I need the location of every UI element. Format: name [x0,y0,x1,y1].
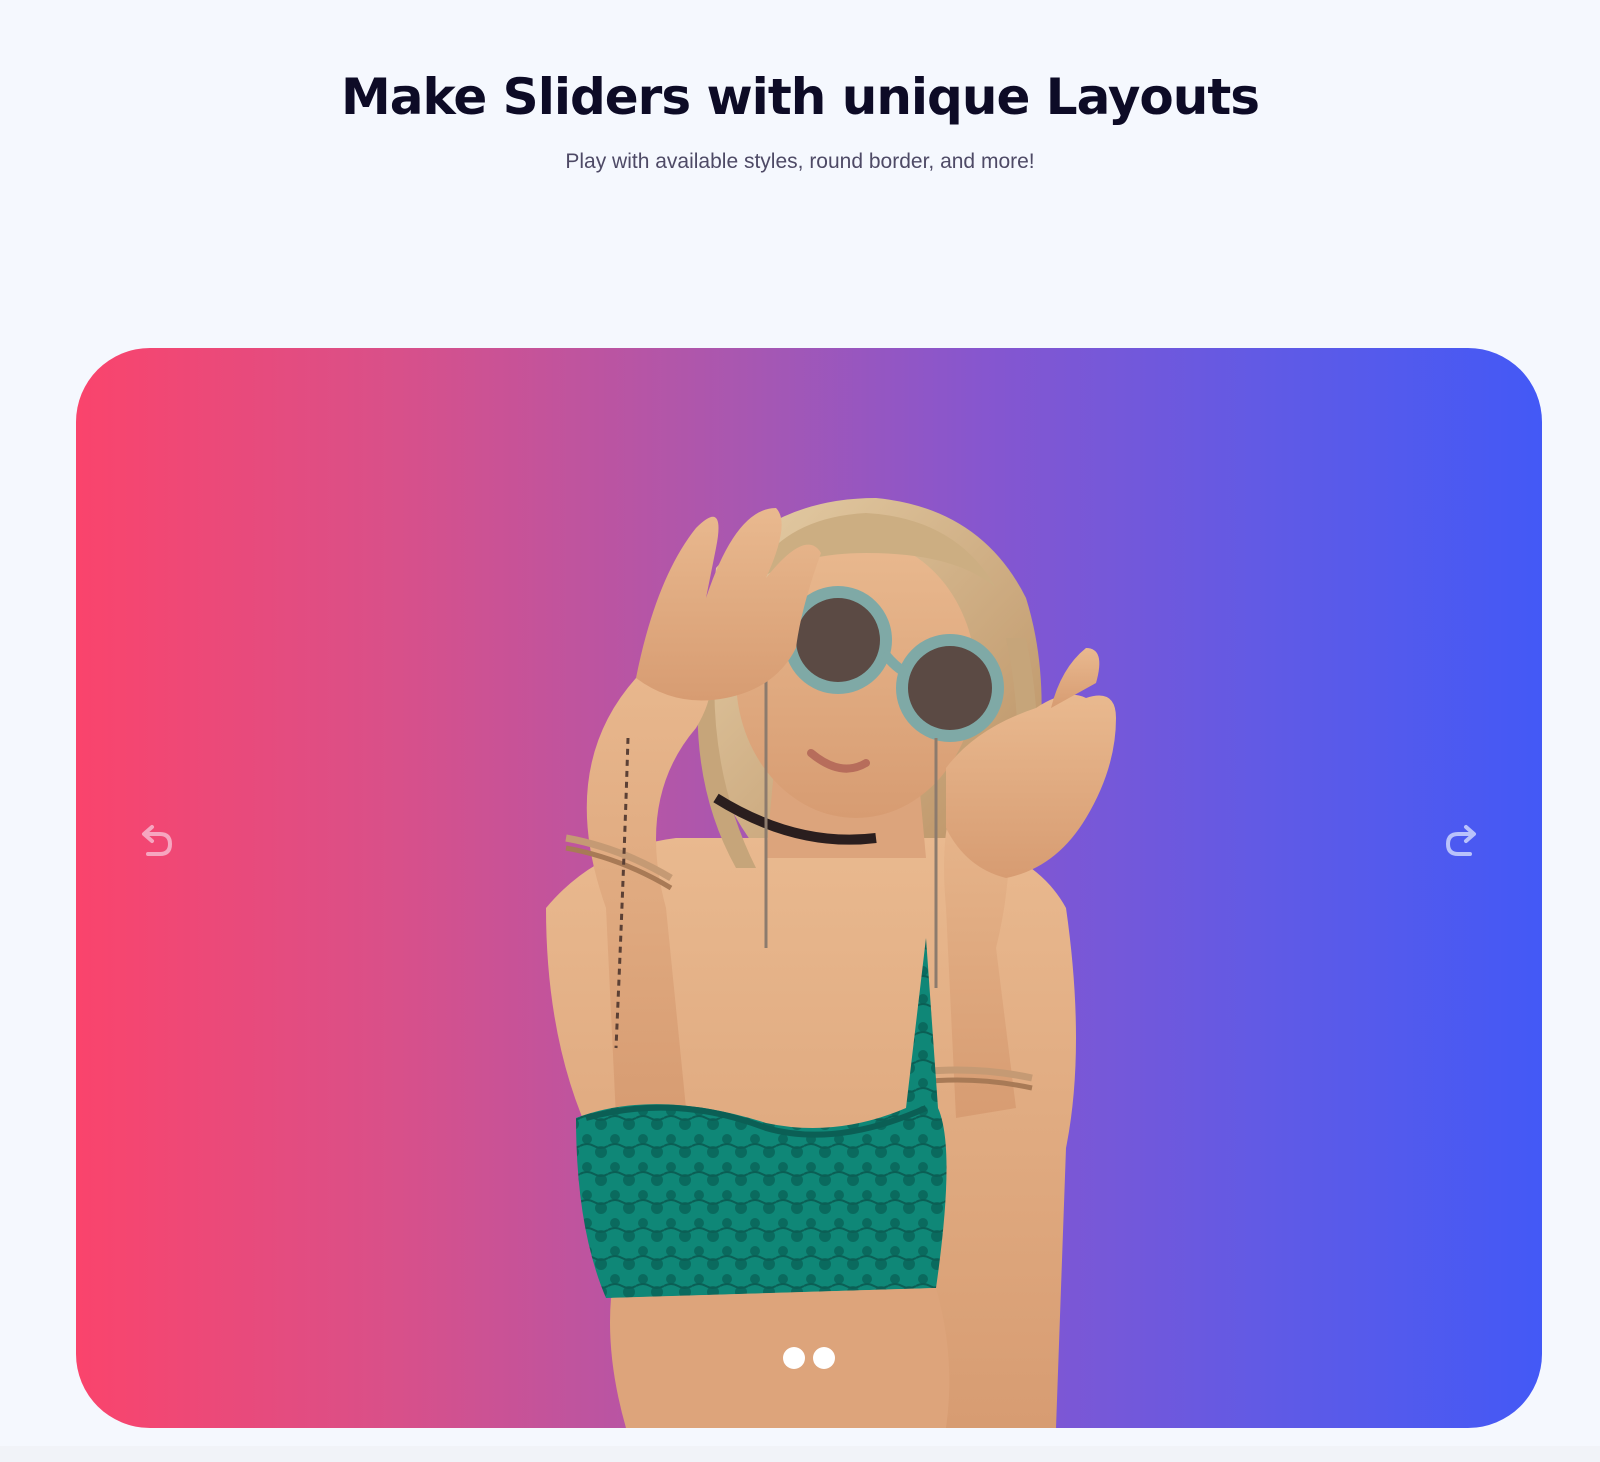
page-bottom-strip [0,1446,1600,1462]
undo-arrow-icon [142,825,173,856]
slide-image [546,498,1116,1428]
next-slide-button[interactable] [1438,820,1482,860]
redo-arrow-icon [1445,825,1476,856]
page-subtitle: Play with available styles, round border… [565,150,1035,173]
image-slider[interactable] [76,348,1542,1428]
pagination-dot-2[interactable] [813,1347,835,1369]
pagination-dot-1[interactable] [783,1347,805,1369]
slider-pagination [76,1347,1542,1369]
page-title: Make Sliders with unique Layouts [340,68,1260,126]
prev-slide-button[interactable] [136,820,180,860]
